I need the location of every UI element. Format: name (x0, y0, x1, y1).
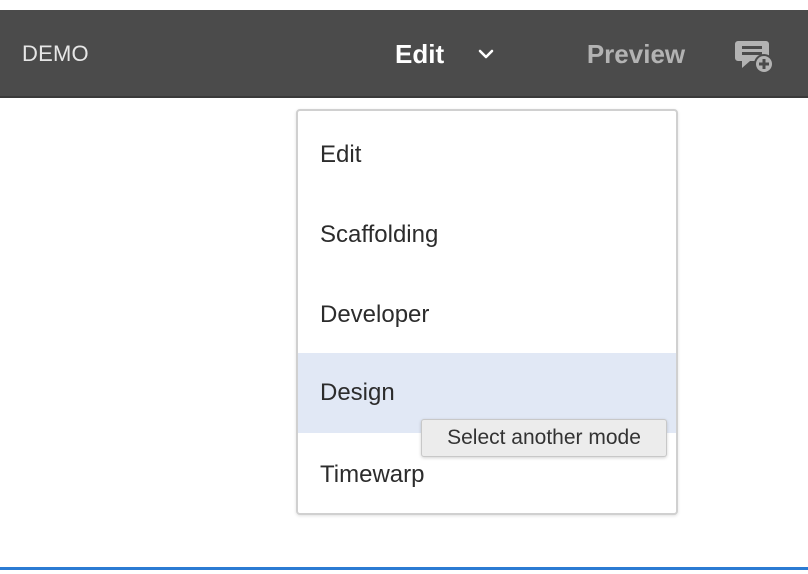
mode-selector[interactable]: Edit (384, 30, 508, 78)
mode-tooltip: Select another mode (421, 419, 667, 457)
add-annotation-icon[interactable] (730, 32, 780, 78)
mode-menu-item-edit[interactable]: Edit (298, 115, 676, 195)
app-title: DEMO (22, 41, 89, 66)
window-top-edge (0, 0, 808, 10)
mode-selector-label: Edit (395, 39, 445, 69)
page-content-frame (0, 567, 808, 574)
mode-menu-item-scaffolding[interactable]: Scaffolding (298, 195, 676, 275)
preview-button[interactable]: Preview (578, 30, 694, 78)
mode-menu-item-developer[interactable]: Developer (298, 275, 676, 355)
editor-toolbar: DEMO Edit Preview (0, 10, 808, 98)
chevron-down-icon (478, 49, 494, 59)
